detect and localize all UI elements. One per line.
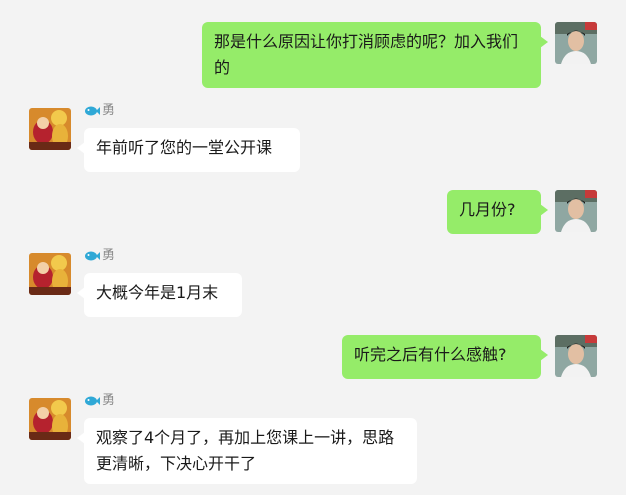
message-text: 听完之后有什么感触?: [354, 345, 507, 364]
message-text: 几月份?: [459, 200, 516, 219]
sender-avatar[interactable]: [29, 398, 71, 440]
message-bubble-incoming[interactable]: 年前听了您的一堂公开课: [77, 128, 300, 172]
my-avatar[interactable]: [555, 22, 597, 64]
sender-name-label: 勇: [84, 247, 115, 265]
sender-name-label: 勇: [84, 392, 115, 410]
message-text: 那是什么原因让你打消顾虑的呢？加入我们的: [214, 32, 519, 77]
sender-name: 勇: [102, 248, 116, 263]
message-bubble-outgoing[interactable]: 几月份?: [447, 190, 548, 234]
message-bubble-incoming[interactable]: 大概今年是1月末: [77, 273, 242, 317]
fish-emoji-icon: [84, 249, 100, 263]
fish-emoji-icon: [84, 104, 100, 118]
message-text: 大概今年是1月末: [96, 283, 219, 302]
message-text: 年前听了您的一堂公开课: [96, 138, 273, 157]
message-bubble-outgoing[interactable]: 那是什么原因让你打消顾虑的呢？加入我们的: [202, 22, 548, 88]
sender-avatar[interactable]: [29, 108, 71, 150]
my-avatar[interactable]: [555, 335, 597, 377]
sender-name: 勇: [102, 393, 116, 408]
fish-emoji-icon: [84, 394, 100, 408]
my-avatar[interactable]: [555, 190, 597, 232]
sender-avatar[interactable]: [29, 253, 71, 295]
message-bubble-outgoing[interactable]: 听完之后有什么感触?: [342, 335, 548, 379]
message-bubble-incoming[interactable]: 观察了4个月了，再加上您课上一讲，思路更清晰，下决心开干了: [77, 418, 417, 484]
sender-name: 勇: [102, 103, 116, 118]
sender-name-label: 勇: [84, 102, 115, 120]
message-text: 观察了4个月了，再加上您课上一讲，思路更清晰，下决心开干了: [96, 428, 395, 473]
